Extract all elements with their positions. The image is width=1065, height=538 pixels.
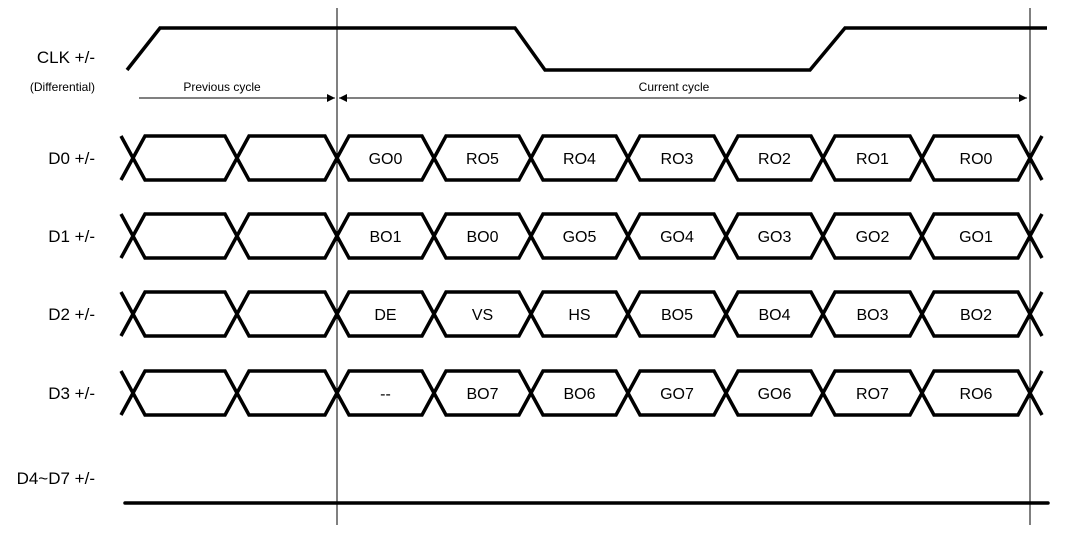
bit-label: BO3 bbox=[856, 307, 888, 324]
previous-cycle-bit bbox=[131, 369, 239, 417]
bit-label: VS bbox=[472, 307, 493, 324]
bit-label: HS bbox=[568, 307, 590, 324]
bit-label: DE bbox=[374, 307, 396, 324]
bit-label: RO5 bbox=[466, 151, 499, 168]
clk-label: CLK +/- bbox=[37, 48, 95, 67]
bit-label: RO4 bbox=[563, 151, 596, 168]
previous-cycle-bit bbox=[235, 212, 339, 260]
bit-label: BO2 bbox=[960, 307, 992, 324]
data-row-d3: D3 +/- -- BO7 BO6 GO7 GO6 RO7 RO6 bbox=[48, 369, 1044, 417]
data-row-d0: D0 +/- GO0 RO5 RO4 RO3 RO2 RO1 RO0 bbox=[48, 134, 1044, 182]
clk-sublabel: (Differential) bbox=[30, 80, 95, 94]
bit-label: RO2 bbox=[758, 151, 791, 168]
bit-label: BO0 bbox=[466, 229, 498, 246]
bit-label: -- bbox=[380, 386, 391, 403]
current-cycle-label: Current cycle bbox=[639, 80, 710, 94]
previous-cycle-bit bbox=[235, 369, 339, 417]
d4-d7-label: D4~D7 +/- bbox=[17, 469, 95, 488]
previous-cycle-label: Previous cycle bbox=[183, 80, 261, 94]
previous-cycle-bit bbox=[131, 290, 239, 338]
bit-label: RO0 bbox=[960, 151, 993, 168]
bit-label: GO4 bbox=[660, 229, 694, 246]
row-label: D1 +/- bbox=[48, 227, 95, 246]
row-label: D2 +/- bbox=[48, 305, 95, 324]
row-label: D0 +/- bbox=[48, 149, 95, 168]
bit-label: BO1 bbox=[369, 229, 401, 246]
bit-label: GO6 bbox=[758, 386, 792, 403]
clk-waveform bbox=[125, 26, 1047, 72]
previous-cycle-bit bbox=[131, 134, 239, 182]
data-row-d1: D1 +/- BO1 BO0 GO5 GO4 GO3 GO2 GO1 bbox=[48, 212, 1044, 260]
row-label: D3 +/- bbox=[48, 384, 95, 403]
bit-label: GO2 bbox=[856, 229, 890, 246]
bit-label: GO5 bbox=[563, 229, 597, 246]
bit-label: RO3 bbox=[661, 151, 694, 168]
previous-cycle-bit bbox=[131, 212, 239, 260]
bit-label: RO1 bbox=[856, 151, 889, 168]
bit-label: GO0 bbox=[369, 151, 403, 168]
bit-label: BO7 bbox=[466, 386, 498, 403]
bit-label: BO4 bbox=[758, 307, 790, 324]
bit-label: BO6 bbox=[563, 386, 595, 403]
bit-label: GO1 bbox=[959, 229, 993, 246]
bit-label: GO3 bbox=[758, 229, 792, 246]
bit-label: GO7 bbox=[660, 386, 694, 403]
bit-label: RO7 bbox=[856, 386, 889, 403]
data-row-d2: D2 +/- DE VS HS BO5 BO4 BO3 BO2 bbox=[48, 290, 1044, 338]
bit-label: BO5 bbox=[661, 307, 693, 324]
previous-cycle-bit bbox=[235, 134, 339, 182]
timing-diagram: CLK +/- (Differential) Previous cycle Cu… bbox=[17, 8, 1050, 525]
bit-label: RO6 bbox=[960, 386, 993, 403]
previous-cycle-bit bbox=[235, 290, 339, 338]
